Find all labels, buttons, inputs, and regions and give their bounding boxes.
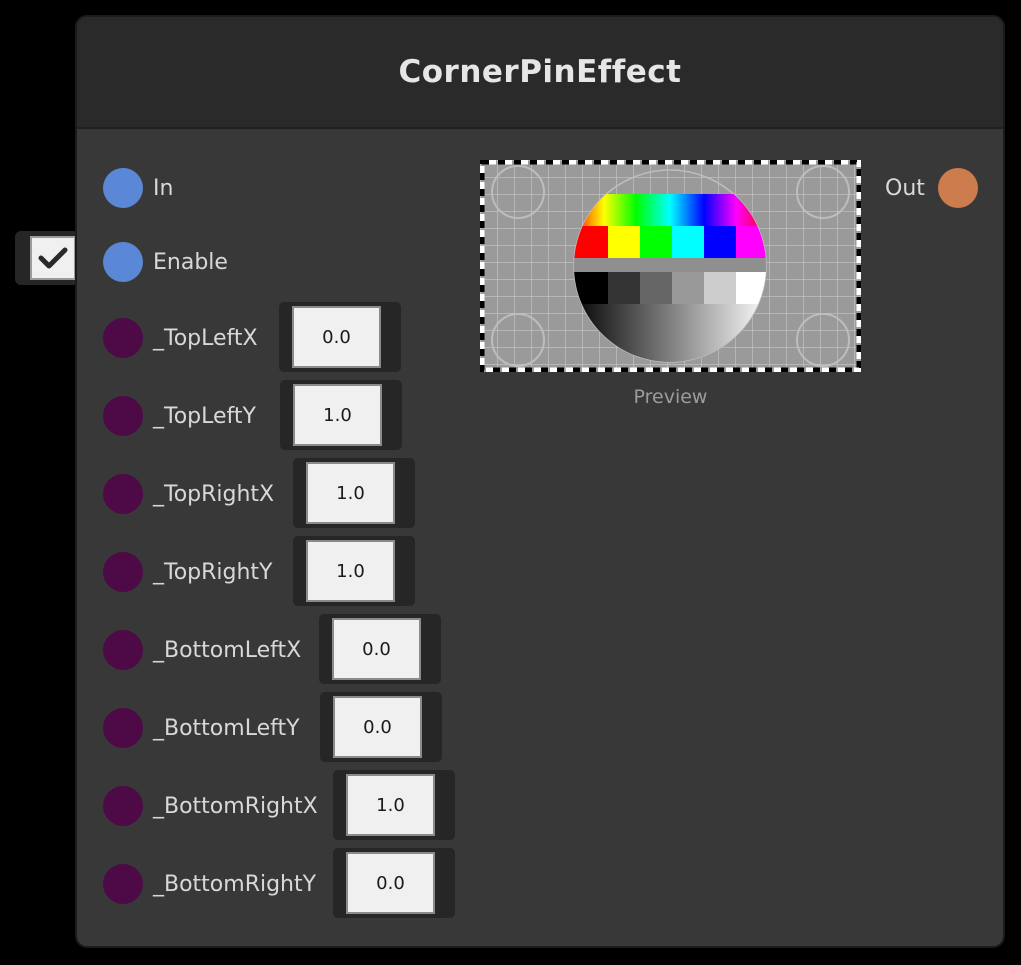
param-field-wrap-bottomrightx: 1.0 xyxy=(333,770,455,840)
param-input-toprightx[interactable]: 1.0 xyxy=(306,462,395,524)
param-label-toplefty: _TopLeftY xyxy=(153,404,256,429)
param-field-wrap-topleftx: 0.0 xyxy=(279,302,401,372)
test-card-icon xyxy=(480,160,861,372)
in-port[interactable] xyxy=(103,168,143,208)
param-port-bottomrighty[interactable] xyxy=(103,864,143,904)
in-port-label: In xyxy=(153,176,174,201)
param-field-wrap-bottomlefty: 0.0 xyxy=(320,692,442,762)
param-label-toprighty: _TopRightY xyxy=(153,560,273,585)
enable-port[interactable] xyxy=(103,242,143,282)
param-input-toprighty[interactable]: 1.0 xyxy=(306,540,395,602)
param-field-wrap-bottomrighty: 0.0 xyxy=(333,848,455,918)
checkmark-icon xyxy=(38,247,68,269)
param-label-bottomrightx: _BottomRightX xyxy=(153,794,318,819)
param-field-wrap-toplefty: 1.0 xyxy=(280,380,402,450)
param-label-bottomleftx: _BottomLeftX xyxy=(153,638,302,663)
enable-port-label: Enable xyxy=(153,250,228,275)
param-field-wrap-toprightx: 1.0 xyxy=(293,458,415,528)
param-port-toplefty[interactable] xyxy=(103,396,143,436)
out-port[interactable] xyxy=(938,168,978,208)
param-port-toprighty[interactable] xyxy=(103,552,143,592)
preview-image xyxy=(480,160,861,372)
param-input-toplefty[interactable]: 1.0 xyxy=(293,384,382,446)
node-header[interactable]: CornerPinEffect xyxy=(77,17,1003,129)
param-input-topleftx[interactable]: 0.0 xyxy=(292,306,381,368)
param-port-bottomleftx[interactable] xyxy=(103,630,143,670)
param-input-bottomrighty[interactable]: 0.0 xyxy=(346,852,435,914)
param-input-bottomleftx[interactable]: 0.0 xyxy=(332,618,421,680)
param-port-toprightx[interactable] xyxy=(103,474,143,514)
param-port-bottomrightx[interactable] xyxy=(103,786,143,826)
preview-caption: Preview xyxy=(633,386,708,408)
param-input-bottomrightx[interactable]: 1.0 xyxy=(346,774,435,836)
param-input-bottomlefty[interactable]: 0.0 xyxy=(333,696,422,758)
param-label-bottomrighty: _BottomRightY xyxy=(153,872,317,897)
out-port-label: Out xyxy=(885,176,925,201)
param-field-wrap-toprighty: 1.0 xyxy=(293,536,415,606)
param-label-bottomlefty: _BottomLeftY xyxy=(153,716,300,741)
enable-checkbox[interactable] xyxy=(30,236,76,280)
param-field-wrap-bottomleftx: 0.0 xyxy=(319,614,441,684)
param-port-bottomlefty[interactable] xyxy=(103,708,143,748)
param-port-topleftx[interactable] xyxy=(103,318,143,358)
param-label-toprightx: _TopRightX xyxy=(153,482,275,507)
node-title: CornerPinEffect xyxy=(398,54,682,90)
param-label-topleftx: _TopLeftX xyxy=(153,326,258,351)
